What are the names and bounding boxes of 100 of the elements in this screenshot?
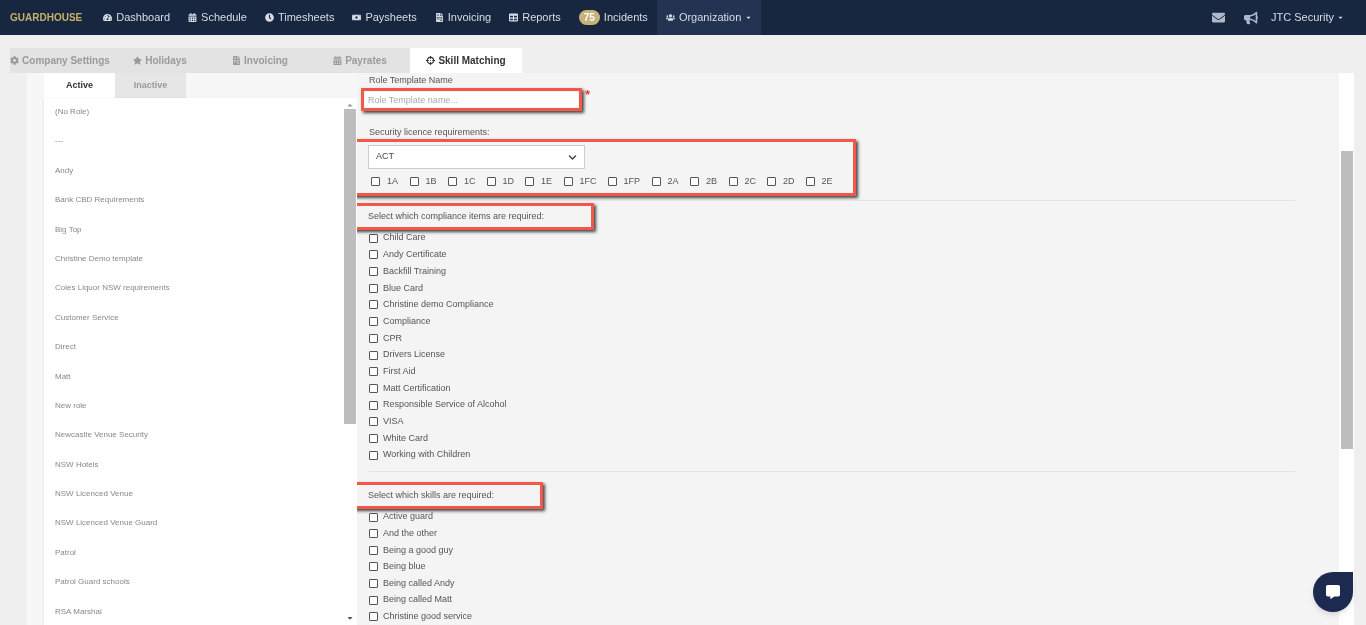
- checkbox[interactable]: [369, 433, 378, 443]
- role-item[interactable]: RSA Marshal: [55, 605, 343, 625]
- nav-item[interactable]: 75 Incidents: [569, 0, 657, 35]
- checkbox[interactable]: [369, 450, 378, 460]
- scroll-down-icon[interactable]: [346, 614, 354, 622]
- checkbox[interactable]: [369, 529, 378, 539]
- checkbox-option[interactable]: 1B: [409, 175, 448, 189]
- checkbox[interactable]: [369, 317, 378, 327]
- role-item[interactable]: Coles Liquor NSW requirements: [55, 282, 343, 312]
- settings-tab[interactable]: Skill Matching: [410, 48, 522, 73]
- nav-item[interactable]: Timesheets: [255, 0, 344, 35]
- checkbox[interactable]: [651, 177, 661, 187]
- checkbox[interactable]: [369, 579, 378, 588]
- checkbox-option[interactable]: Drivers License: [369, 348, 446, 362]
- checkbox[interactable]: [369, 383, 378, 393]
- checkbox-option[interactable]: 1A: [371, 175, 410, 189]
- nav-item[interactable]: Reports: [500, 0, 570, 35]
- role-status-tab[interactable]: Active: [44, 73, 115, 98]
- checkbox-option[interactable]: Andy Certificate: [369, 248, 447, 262]
- checkbox[interactable]: [486, 177, 496, 187]
- nav-item[interactable]: Schedule: [179, 0, 256, 35]
- user-menu[interactable]: JTC Security: [1271, 9, 1344, 26]
- checkbox-option[interactable]: Being a good guy: [369, 543, 454, 558]
- checkbox[interactable]: [690, 177, 699, 187]
- checkbox-option[interactable]: First Aid: [369, 364, 416, 379]
- megaphone-icon[interactable]: [1244, 10, 1259, 25]
- role-item[interactable]: Patrol: [55, 546, 343, 577]
- state-select[interactable]: ACT: [368, 145, 585, 169]
- checkbox[interactable]: [371, 177, 380, 187]
- checkbox-option[interactable]: And the other: [369, 527, 438, 541]
- checkbox[interactable]: [369, 233, 378, 243]
- role-item[interactable]: Andy: [55, 164, 343, 195]
- checkbox-option[interactable]: Matt Certification: [369, 381, 451, 396]
- checkbox-option[interactable]: 1FP: [607, 175, 652, 189]
- role-item[interactable]: NSW Licenced Venue Guard: [55, 517, 343, 547]
- checkbox-option[interactable]: 1C: [448, 175, 487, 189]
- role-item[interactable]: Matt: [55, 370, 343, 400]
- checkbox[interactable]: [369, 267, 378, 277]
- checkbox[interactable]: [369, 367, 378, 377]
- role-item[interactable]: Direct: [55, 341, 343, 371]
- checkbox[interactable]: [369, 400, 378, 410]
- checkbox[interactable]: [369, 512, 378, 522]
- checkbox-option[interactable]: 1D: [486, 175, 525, 189]
- checkbox-option[interactable]: CPR: [369, 331, 402, 346]
- checkbox[interactable]: [525, 177, 534, 187]
- nav-item[interactable]: Invoicing: [425, 0, 501, 35]
- checkbox[interactable]: [369, 300, 378, 310]
- checkbox[interactable]: [369, 333, 378, 343]
- scrollbar[interactable]: [1340, 151, 1353, 449]
- checkbox[interactable]: [369, 595, 378, 605]
- role-item[interactable]: Patrol Guard schools: [55, 576, 343, 606]
- role-item[interactable]: Bank CBD Requirements: [55, 194, 343, 224]
- checkbox-option[interactable]: Being blue: [369, 560, 426, 574]
- checkbox-option[interactable]: 2E: [805, 175, 844, 189]
- checkbox-option[interactable]: Backfill Training: [369, 264, 447, 279]
- checkbox[interactable]: [369, 612, 378, 622]
- checkbox-option[interactable]: Being called Andy: [369, 576, 455, 591]
- checkbox-option[interactable]: Christine good service: [369, 609, 473, 624]
- checkbox[interactable]: [563, 177, 573, 187]
- role-item[interactable]: Christine Demo template: [55, 252, 343, 283]
- checkbox-option[interactable]: Child Care: [369, 231, 426, 245]
- role-item[interactable]: New role: [55, 399, 343, 430]
- checkbox[interactable]: [369, 545, 378, 555]
- checkbox-option[interactable]: Active guard: [369, 510, 434, 524]
- checkbox-option[interactable]: Compliance: [369, 314, 431, 329]
- checkbox[interactable]: [409, 177, 419, 187]
- checkbox-option[interactable]: 2B: [690, 175, 729, 189]
- role-item[interactable]: NSW Licenced Venue: [55, 488, 343, 518]
- checkbox-option[interactable]: Being called Matt: [369, 593, 453, 607]
- checkbox-option[interactable]: Blue Card: [369, 281, 424, 295]
- checkbox-option[interactable]: Christine demo Compliance: [369, 298, 494, 312]
- checkbox-option[interactable]: 1E: [525, 175, 564, 189]
- checkbox-option[interactable]: 2D: [767, 175, 806, 189]
- role-item[interactable]: Big Top: [55, 223, 343, 253]
- checkbox-option[interactable]: 1FC: [563, 175, 608, 189]
- role-item[interactable]: Customer Service: [55, 311, 343, 342]
- mail-icon[interactable]: [1212, 11, 1226, 24]
- checkbox-option[interactable]: Working with Children: [369, 448, 471, 462]
- checkbox-option[interactable]: White Card: [369, 431, 428, 446]
- role-item[interactable]: Newcastle Venue Security: [55, 429, 343, 459]
- checkbox[interactable]: [607, 177, 617, 187]
- checkbox[interactable]: [728, 177, 738, 187]
- role-item[interactable]: NSW Hotels: [55, 458, 343, 489]
- role-template-name-field[interactable]: Role Template name...: [365, 92, 578, 107]
- checkbox[interactable]: [448, 177, 457, 187]
- checkbox-option[interactable]: Responsible Service of Alcohol: [369, 398, 507, 412]
- role-item[interactable]: (No Role): [55, 106, 343, 136]
- checkbox[interactable]: [369, 250, 378, 260]
- checkbox-option[interactable]: VISA: [369, 415, 404, 429]
- checkbox[interactable]: [767, 177, 776, 187]
- checkbox[interactable]: [369, 350, 378, 360]
- nav-item[interactable]: Paysheets: [343, 0, 426, 35]
- role-item[interactable]: ---: [55, 135, 343, 165]
- nav-item[interactable]: Organization: [656, 0, 762, 35]
- checkbox-option[interactable]: 2A: [651, 175, 690, 189]
- nav-item[interactable]: Dashboard: [94, 0, 180, 35]
- checkbox[interactable]: [369, 283, 378, 293]
- scroll-up-icon[interactable]: [346, 101, 354, 109]
- checkbox-option[interactable]: 2C: [728, 175, 767, 189]
- checkbox[interactable]: [369, 417, 378, 427]
